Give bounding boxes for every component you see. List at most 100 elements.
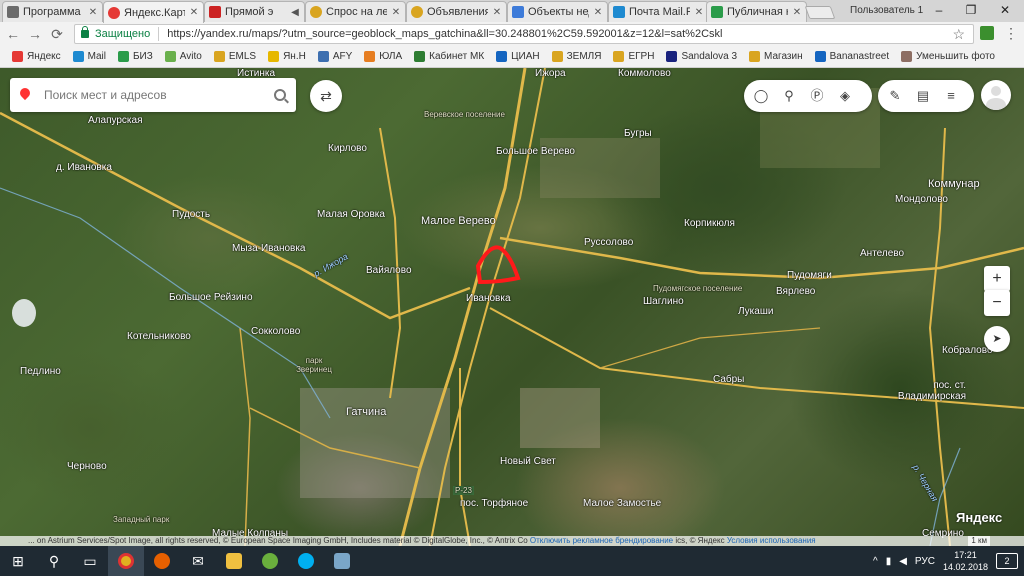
bookmark-favicon-icon [901,51,913,62]
url-text[interactable]: https://yandex.ru/maps/?utm_source=geobl… [167,28,722,40]
bookmark-favicon-icon [613,51,625,62]
close-icon[interactable]: ✕ [990,1,1020,19]
place-label: Корпикюля [684,218,735,229]
tab-close-icon[interactable]: ✕ [492,7,502,18]
bookmark-star-icon[interactable]: ☆ [952,26,965,43]
ruler-icon[interactable]: ✎ [884,85,906,107]
bookmark-item[interactable]: БИЗ [112,47,159,67]
bookmark-label: Bananastreet [829,51,890,62]
browser-tab[interactable]: Спрос на ле ✕ [305,1,406,22]
tab-close-icon[interactable]: ✕ [189,7,199,18]
new-tab-button[interactable] [804,6,836,19]
tab-close-icon[interactable]: ✕ [694,7,704,18]
tab-close-icon[interactable]: ✕ [391,7,401,18]
browser-tab[interactable]: Прямой э ◀ [204,1,305,22]
layers-icon[interactable]: ◈ [834,85,856,107]
search-icon[interactable]: ⚲ [36,546,72,576]
windows-taskbar: ⊞ ⚲ ▭ ✉ [0,546,1024,576]
bookmark-item[interactable]: Mail [67,47,112,67]
clock[interactable]: 17:21 14.02.2018 [943,549,988,573]
browser-menu-icon[interactable]: ⋮ [1004,25,1018,42]
bookmark-item[interactable]: ЗЕМЛЯ [546,47,608,67]
language-indicator[interactable]: РУС [915,556,935,567]
place-label: Сокколово [251,326,301,337]
speaker-icon[interactable]: ◀ [290,7,300,18]
bookmark-item[interactable]: ЕГРН [607,47,660,67]
bookmark-favicon-icon [496,51,508,62]
chrome-icon[interactable] [108,546,144,576]
map-search-box[interactable]: Поиск мест и адресов [10,78,296,112]
bookmark-item[interactable]: Sandalova 3 [660,47,743,67]
bookmark-item[interactable]: Кабинет МК [408,47,490,67]
bookmark-item[interactable]: Bananastreet [809,47,896,67]
area-label: Веревское поселение [424,110,505,119]
place-label: Вайялово [366,265,412,276]
print-icon[interactable]: ▤ [912,85,934,107]
route-button[interactable]: ⇄ [310,80,342,112]
browser-tab[interactable]: Почта Mail.R ✕ [608,1,709,22]
bookmark-label: ЦИАН [511,51,540,62]
disable-branding-link[interactable]: Отключить рекламное брендирование [530,536,673,545]
browser-tab[interactable]: Объявления ✕ [406,1,507,22]
bookmark-item[interactable]: Магазин [743,47,809,67]
bookmark-label: Яндекс [27,51,61,62]
volume-icon[interactable]: ◀ [899,556,907,567]
reload-icon[interactable]: ⟳ [48,25,66,43]
tab-title: Почта Mail.R [629,6,690,18]
zoom-in-button[interactable]: + [984,266,1010,292]
network-icon[interactable]: ▮ [886,556,892,567]
profile-user-label[interactable]: Пользователь 1 [850,5,923,16]
place-label: Малое Замостье [583,498,662,509]
browser-toolbar: ← → ⟳ Защищено https://yandex.ru/maps/?u… [0,22,1024,46]
bookmark-item[interactable]: Яндекс [6,47,67,67]
task-view-icon[interactable]: ▭ [72,546,108,576]
tab-close-icon[interactable]: ✕ [593,7,603,18]
zoom-out-button[interactable]: − [984,290,1010,316]
forward-icon[interactable]: → [26,25,44,43]
minimize-icon[interactable]: – [924,1,954,19]
search-icon[interactable] [274,89,286,101]
back-icon[interactable]: ← [4,25,22,43]
bookmark-item[interactable]: AFY [312,47,358,67]
satellite-map[interactable]: Истинка Ижора Коммолово Алапурская Верев… [0,68,1024,546]
bookmark-item[interactable]: Avito [159,47,208,67]
parking-icon[interactable]: Ⓟ [806,85,828,107]
bookmark-item[interactable]: ЮЛА [358,47,408,67]
search-input[interactable]: Поиск мест и адресов [44,88,274,102]
user-avatar[interactable] [981,80,1011,110]
browser-tab[interactable]: Программа ✕ [2,1,103,22]
bookmark-item[interactable]: ЦИАН [490,47,545,67]
place-label: Коммунар [928,178,980,190]
tool-icon[interactable] [324,546,360,576]
menu-icon[interactable]: ≡ [940,85,962,107]
browser-tab[interactable]: Объекты нед ✕ [507,1,608,22]
tray-arrow-icon[interactable]: ^ [873,556,878,567]
extension-icon[interactable] [980,26,994,40]
bookmark-item[interactable]: Уменьшить фото [895,47,1001,67]
place-label: Чернoво [67,461,107,472]
windows-start-icon[interactable]: ⊞ [0,546,36,576]
place-label: Ижора [535,68,566,79]
maximize-icon[interactable]: ❐ [956,1,986,19]
utorrent-icon[interactable] [252,546,288,576]
bookmark-item[interactable]: EMLS [208,47,262,67]
my-location-button[interactable]: ➤ [984,326,1010,352]
tab-title: Публичная к [727,6,788,18]
terms-link[interactable]: Условия использования [727,536,816,545]
bookmark-favicon-icon [164,51,176,62]
bookmark-item[interactable]: Ян.Н [262,47,312,67]
firefox-icon[interactable] [144,546,180,576]
browser-tab[interactable]: Публичная к ✕ [706,1,807,22]
traffic-icon[interactable]: ◯ [750,85,772,107]
bike-icon[interactable]: ⚲ [778,85,800,107]
tab-close-icon[interactable]: ✕ [792,7,802,18]
browser-tab-active[interactable]: Яндекс.Карты ✕ [103,1,204,23]
mail-icon[interactable]: ✉ [180,546,216,576]
skype-icon[interactable] [288,546,324,576]
tab-title: Объекты нед [528,6,589,18]
notification-center-icon[interactable]: 2 [996,553,1018,569]
file-explorer-icon[interactable] [216,546,252,576]
address-bar[interactable]: Защищено https://yandex.ru/maps/?utm_sou… [74,24,974,44]
tab-close-icon[interactable]: ✕ [88,7,98,18]
road [239,327,251,546]
